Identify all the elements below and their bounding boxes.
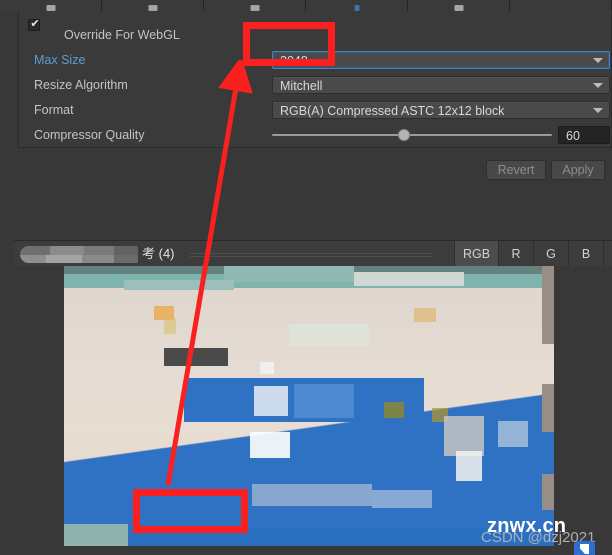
format-label: Format [34,103,74,117]
importer-button-bar: Revert Apply [0,160,612,182]
kebab-menu-icon[interactable] [603,241,612,267]
override-for-webgl-checkbox[interactable]: ✔ [28,18,40,31]
platform-tab-strip[interactable] [0,0,612,11]
format-row[interactable]: Format RGB(A) Compressed ASTC 12x12 bloc… [19,98,611,122]
format-value: RGB(A) Compressed ASTC 12x12 block [280,104,505,118]
redacted-asset-name-block [20,246,138,263]
channel-button-b[interactable]: B [568,241,603,267]
channel-button-rgb[interactable]: RGB [454,241,498,267]
channel-button-g[interactable]: G [533,241,568,267]
override-for-webgl-label: Override For WebGL [64,28,180,42]
annotation-arrow [165,60,253,486]
channel-button-r[interactable]: R [498,241,533,267]
tab-standalone[interactable] [102,0,204,11]
checkmark-icon: ✔ [30,18,40,30]
resize-algorithm-row[interactable]: Resize Algorithm Mitchell [19,73,611,97]
annotation-box-dimension [133,489,248,533]
format-dropdown[interactable]: RGB(A) Compressed ASTC 12x12 block [272,101,610,119]
resize-algorithm-value: Mitchell [280,79,323,93]
chevron-down-icon [593,108,603,113]
compressor-quality-slider[interactable] [272,126,552,144]
texture-preview-area[interactable]: 1534x861 [14,266,612,553]
tab-android[interactable] [204,0,306,11]
chevron-down-icon [593,58,603,63]
compressor-quality-row[interactable]: Compressor Quality 60 [19,123,611,147]
tab-more[interactable] [510,0,612,11]
annotation-box-max-size [243,22,335,66]
tab-ios[interactable] [408,0,510,11]
revert-button[interactable]: Revert [486,160,546,180]
slider-handle[interactable] [397,129,410,141]
compressor-quality-field[interactable]: 60 [558,126,610,144]
resize-algorithm-dropdown[interactable]: Mitchell [272,76,610,94]
max-size-label: Max Size [34,53,86,67]
tab-webgl[interactable] [306,0,408,11]
preview-header-bar: 考 (4) RGB R G B [14,240,612,267]
resize-algorithm-label: Resize Algorithm [34,78,128,92]
apply-button[interactable]: Apply [551,160,605,180]
compressor-quality-label: Compressor Quality [34,128,145,142]
compressor-quality-value: 60 [566,129,580,143]
slider-track[interactable] [272,134,552,136]
tab-default[interactable] [0,0,102,11]
chevron-down-icon [593,83,603,88]
